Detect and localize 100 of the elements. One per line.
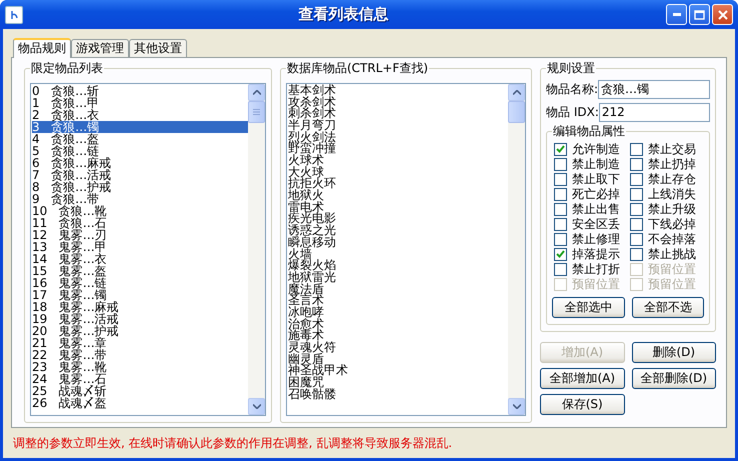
list-item[interactable]: 21 鬼雾…章 — [32, 336, 248, 349]
list-item[interactable]: 16 鬼雾…链 — [32, 276, 248, 289]
checkbox[interactable] — [554, 248, 567, 261]
group-title: 编辑物品属性 — [552, 124, 626, 138]
checkbox[interactable] — [630, 202, 643, 216]
list-item[interactable]: 瞬息移动 — [288, 236, 508, 249]
checkbox[interactable] — [630, 172, 643, 186]
list-item[interactable]: 15 鬼雾…盔 — [32, 264, 248, 277]
list-item[interactable]: 14 鬼雾…衣 — [32, 252, 248, 265]
list-item[interactable]: 23 鬼雾…靴 — [32, 360, 248, 373]
checkbox[interactable] — [554, 232, 567, 246]
checkbox[interactable] — [554, 262, 567, 276]
list-item[interactable]: 圣言术 — [288, 295, 508, 307]
checkbox[interactable] — [554, 202, 567, 216]
input-field[interactable]: 212 — [598, 102, 710, 122]
button[interactable]: 删除(D) — [632, 342, 716, 363]
list-item[interactable]: 雷电术 — [288, 202, 508, 214]
checkbox-label: 掉落提示 — [572, 248, 620, 261]
checkbox[interactable] — [554, 142, 567, 156]
tab[interactable]: 物品规则 — [13, 38, 71, 58]
scroll-up-button[interactable] — [248, 84, 265, 101]
checkbox[interactable] — [630, 218, 643, 231]
list-item[interactable]: 神圣战甲术 — [288, 365, 508, 378]
maximize-button[interactable] — [689, 4, 710, 25]
list-item[interactable]: 火球术 — [288, 155, 508, 167]
list-item[interactable]: 施毒术 — [288, 330, 508, 342]
button[interactable]: 全部不选 — [632, 296, 704, 318]
button[interactable]: 保存(S) — [540, 394, 624, 415]
minimize-button[interactable] — [666, 4, 687, 25]
checkbox-label: 允许制造 — [572, 142, 620, 156]
list-item[interactable]: 火墙 — [288, 248, 508, 260]
checkbox[interactable] — [630, 188, 643, 201]
list-item[interactable]: 冰咆哮 — [288, 306, 508, 319]
list-item[interactable]: 地狱火 — [288, 190, 508, 202]
list-item[interactable]: 9 贪狼…带 — [32, 192, 248, 205]
checkbox-label: 预留位置 — [572, 278, 620, 291]
list-item[interactable]: 12 鬼雾…刃 — [32, 228, 248, 241]
field-label: 物品 IDX: — [546, 105, 599, 120]
checkbox[interactable] — [554, 158, 567, 171]
scrollbar[interactable] — [508, 84, 525, 416]
scroll-down-button[interactable] — [248, 398, 265, 416]
list-item[interactable]: 17 鬼雾…镯 — [32, 288, 248, 301]
scroll-thumb[interactable] — [508, 100, 525, 123]
list-item[interactable]: 抗拒火环 — [288, 178, 508, 190]
window-title: 查看列表信息 — [297, 5, 390, 24]
list-item[interactable]: 7 贪狼…活戒 — [32, 168, 248, 181]
list-item[interactable]: 20 鬼雾…护戒 — [32, 324, 248, 337]
list-item[interactable]: 困魔咒 — [288, 377, 508, 389]
list-item[interactable]: 大火球 — [288, 166, 508, 178]
button[interactable]: 全部删除(D) — [632, 368, 716, 389]
list-item[interactable]: 4 贪狼…盔 — [32, 132, 248, 145]
list-item[interactable]: 半月弯刀 — [288, 120, 508, 132]
list-item[interactable]: 召唤骷髅 — [288, 388, 508, 400]
list-item[interactable]: 3 贪狼…镯 — [32, 120, 248, 133]
list-item[interactable]: 诱惑之光 — [288, 225, 508, 237]
list-item[interactable]: 18 鬼雾…麻戒 — [32, 300, 248, 313]
checkbox[interactable] — [630, 158, 643, 171]
tab[interactable]: 其他设置 — [129, 38, 187, 57]
list-item[interactable]: 灵魂火符 — [288, 342, 508, 354]
close-button[interactable] — [712, 4, 733, 25]
scroll-down-button[interactable] — [508, 398, 525, 416]
tab[interactable]: 游戏管理 — [71, 38, 129, 57]
list-item[interactable]: 基本剑术 — [288, 84, 508, 97]
list-item[interactable]: 24 鬼雾…石 — [32, 372, 248, 385]
list-item[interactable]: 治愈术 — [288, 318, 508, 330]
list-item[interactable]: 25 战魂〆斩 — [32, 384, 248, 397]
list-item[interactable]: 10 贪狼…靴 — [32, 204, 248, 217]
checkbox[interactable] — [630, 248, 643, 261]
list-item[interactable]: 2 贪狼…衣 — [32, 108, 248, 121]
list-item[interactable]: 野蛮冲撞 — [288, 143, 508, 156]
checkbox-label: 禁止取下 — [572, 172, 620, 186]
input-field[interactable]: 贪狼…镯 — [598, 80, 710, 99]
checkbox[interactable] — [554, 218, 567, 231]
list-item[interactable]: 0 贪狼…斩 — [32, 84, 248, 97]
list-item[interactable]: 烈火剑法 — [288, 132, 508, 144]
button[interactable]: 全部增加(A) — [540, 368, 624, 389]
list-item[interactable]: 爆裂火焰 — [288, 260, 508, 272]
scrollbar[interactable] — [248, 84, 265, 416]
scroll-thumb[interactable] — [248, 100, 265, 123]
checkbox[interactable] — [554, 172, 567, 186]
button[interactable]: 全部选中 — [552, 296, 624, 318]
list-item[interactable]: 攻杀剑术 — [288, 96, 508, 108]
scroll-up-button[interactable] — [508, 84, 525, 101]
list-item[interactable]: 幽灵盾 — [288, 354, 508, 366]
list-item[interactable]: 刺杀剑术 — [288, 108, 508, 120]
list-item[interactable]: 13 鬼雾…甲 — [32, 240, 248, 253]
list-item[interactable]: 疾光电影 — [288, 213, 508, 226]
checkbox[interactable] — [630, 142, 643, 156]
checkbox[interactable] — [630, 232, 643, 246]
list-item[interactable]: 19 鬼雾…活戒 — [32, 312, 248, 325]
list-item[interactable]: 11 贪狼…石 — [32, 216, 248, 229]
list-item[interactable]: 魔法盾 — [288, 284, 508, 296]
checkbox[interactable] — [554, 188, 567, 201]
list-item[interactable]: 地狱雷光 — [288, 272, 508, 284]
list-item[interactable]: 5 贪狼…链 — [32, 144, 248, 157]
list-item[interactable]: 22 鬼雾…带 — [32, 348, 248, 361]
list-item[interactable]: 26 战魂〆盔 — [32, 396, 248, 409]
list-item[interactable]: 6 贪狼…麻戒 — [32, 156, 248, 169]
list-item[interactable]: 8 贪狼…护戒 — [32, 180, 248, 193]
list-item[interactable]: 1 贪狼…甲 — [32, 96, 248, 109]
